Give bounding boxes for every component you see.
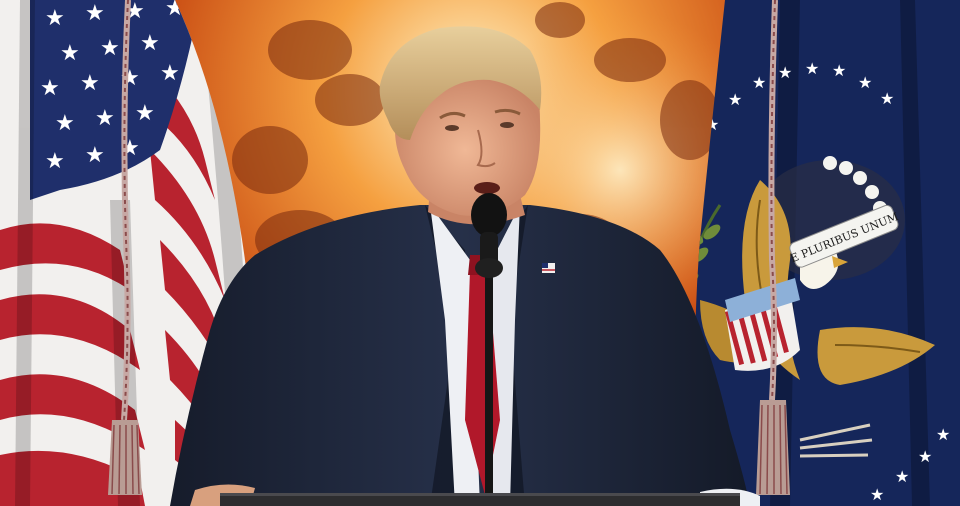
svg-text:★: ★ (140, 31, 160, 56)
svg-text:★: ★ (778, 63, 792, 82)
svg-text:★: ★ (85, 143, 105, 168)
svg-text:★: ★ (45, 6, 65, 31)
photo-illustration: ★ ★ ★ ★ ★ ★ ★ ★ ★ ★ ★ ★ ★ ★ ★ ★ ★ ★★★ ★ … (0, 0, 960, 506)
svg-text:★: ★ (40, 76, 60, 101)
svg-text:★: ★ (60, 41, 80, 66)
svg-text:★: ★ (895, 467, 909, 486)
podium (220, 493, 740, 506)
svg-text:★: ★ (918, 447, 932, 466)
svg-text:★: ★ (858, 73, 872, 92)
svg-text:★: ★ (752, 73, 766, 92)
svg-text:★: ★ (80, 71, 100, 96)
svg-text:★: ★ (85, 1, 105, 26)
svg-text:★: ★ (805, 59, 819, 78)
svg-text:★: ★ (55, 111, 75, 136)
svg-text:★: ★ (832, 61, 846, 80)
svg-text:★: ★ (870, 485, 884, 504)
svg-text:★: ★ (135, 101, 155, 126)
svg-text:★: ★ (728, 90, 742, 109)
photo-scene: ★★★★ ★★★ ★★★★ ★★★ ★★★ ★★★ (0, 0, 960, 506)
svg-text:★: ★ (95, 106, 115, 131)
svg-text:★: ★ (100, 36, 120, 61)
svg-text:★: ★ (936, 425, 950, 444)
svg-text:★: ★ (880, 89, 894, 108)
svg-text:★: ★ (160, 61, 180, 86)
svg-text:★: ★ (45, 149, 65, 174)
